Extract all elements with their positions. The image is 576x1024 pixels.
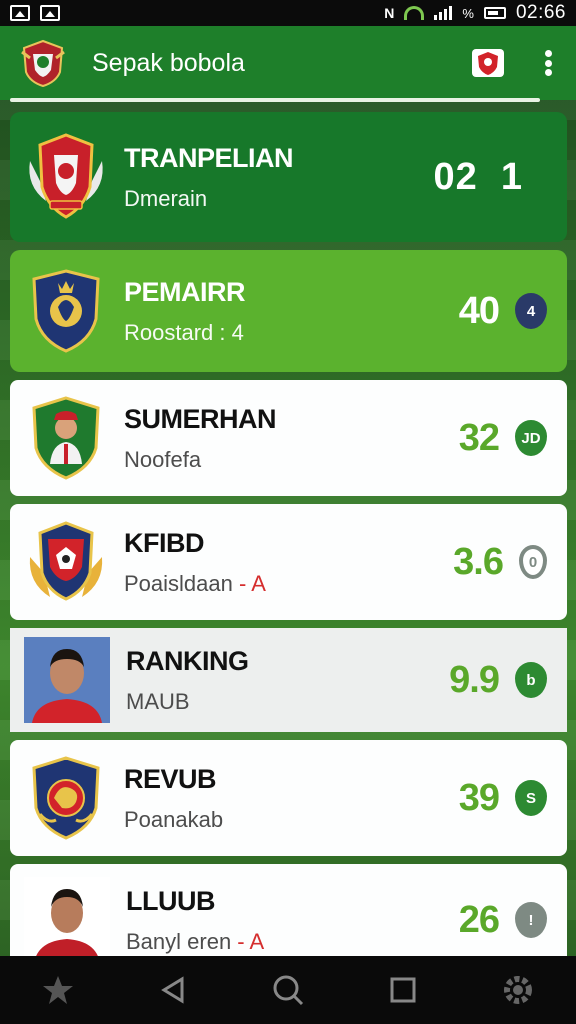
- clock: 02:66: [515, 2, 566, 23]
- row-name: SUMERHAN: [124, 403, 277, 434]
- player-crest-icon: [24, 392, 108, 484]
- settings-icon[interactable]: [496, 968, 540, 1012]
- list-item[interactable]: PEMAIRR Roostard : 4 40 4: [10, 250, 567, 372]
- row-name: PEMAIRR: [124, 276, 246, 307]
- ranking-list: TRANPELIAN Dmerain 02 1 PEMAIRR Roostard…: [10, 112, 567, 984]
- row-badge: 0: [519, 545, 547, 579]
- list-item[interactable]: RANKING MAUB 9.9 b: [10, 628, 567, 732]
- row-score: 32: [458, 416, 500, 459]
- back-icon[interactable]: [151, 968, 195, 1012]
- row-score: 39: [458, 776, 500, 819]
- nfc-icon: N: [384, 5, 395, 21]
- row-subtitle: Noofefa: [124, 446, 202, 472]
- more-vert-icon[interactable]: [538, 48, 558, 78]
- row-subtitle: Poanakab: [124, 806, 224, 832]
- blue-crest-icon: [24, 265, 108, 357]
- dragon-crest-icon: [24, 752, 108, 844]
- row-subtitle: Poaisldaan - A: [124, 570, 266, 596]
- row-name: REVUB: [124, 763, 217, 794]
- recents-icon[interactable]: [381, 968, 425, 1012]
- app-bar-divider: [10, 98, 540, 102]
- row-badge: 4: [515, 293, 547, 329]
- image-icon: [10, 5, 30, 21]
- list-item[interactable]: KFIBD Poaisldaan - A 3.6 0: [10, 504, 567, 620]
- app-title: Sepak bobola: [92, 48, 245, 77]
- row-name: LLUUB: [126, 885, 215, 916]
- app-bar: Sepak bobola: [0, 26, 576, 100]
- row-badge: b: [515, 662, 547, 698]
- row-badge: JD: [515, 420, 547, 456]
- bottom-navigation: [0, 956, 576, 1024]
- row-subtitle: Roostard : 4: [124, 319, 244, 345]
- row-name: KFIBD: [124, 527, 205, 558]
- list-item[interactable]: TRANPELIAN Dmerain 02 1: [10, 112, 567, 242]
- search-icon[interactable]: [266, 968, 310, 1012]
- battery-icon: [483, 7, 506, 19]
- row-score: 26: [458, 898, 500, 941]
- star-icon[interactable]: [36, 968, 80, 1012]
- row-subtitle: Banyl eren - A: [126, 928, 265, 954]
- club-crest-icon[interactable]: [18, 38, 68, 88]
- status-bar: N % 02:66: [0, 0, 576, 26]
- signal-icon: [434, 6, 453, 20]
- row-score: 3.6: [453, 540, 504, 583]
- row-badge: S: [515, 780, 547, 816]
- row-subtitle: MAUB: [126, 688, 190, 714]
- signal-text: %: [462, 5, 474, 21]
- row-subtitle: Dmerain: [124, 185, 208, 211]
- row-name: TRANPELIAN: [124, 142, 294, 173]
- row-score: 02 1: [433, 155, 523, 198]
- player-photo: [24, 877, 110, 963]
- list-item[interactable]: SUMERHAN Noofefa 32 JD: [10, 380, 567, 496]
- gallery-icon: [40, 5, 60, 21]
- eagle-crest-icon: [24, 516, 108, 608]
- row-name: RANKING: [126, 645, 249, 676]
- list-item[interactable]: REVUB Poanakab 39 S: [10, 740, 567, 856]
- row-badge: !: [515, 902, 547, 938]
- red-crest-icon: [24, 131, 108, 223]
- wifi-icon: [404, 6, 425, 20]
- shield-badge-icon[interactable]: [468, 43, 508, 83]
- row-score: 9.9: [449, 658, 500, 701]
- player-photo: [24, 637, 110, 723]
- row-score: 40: [458, 289, 500, 332]
